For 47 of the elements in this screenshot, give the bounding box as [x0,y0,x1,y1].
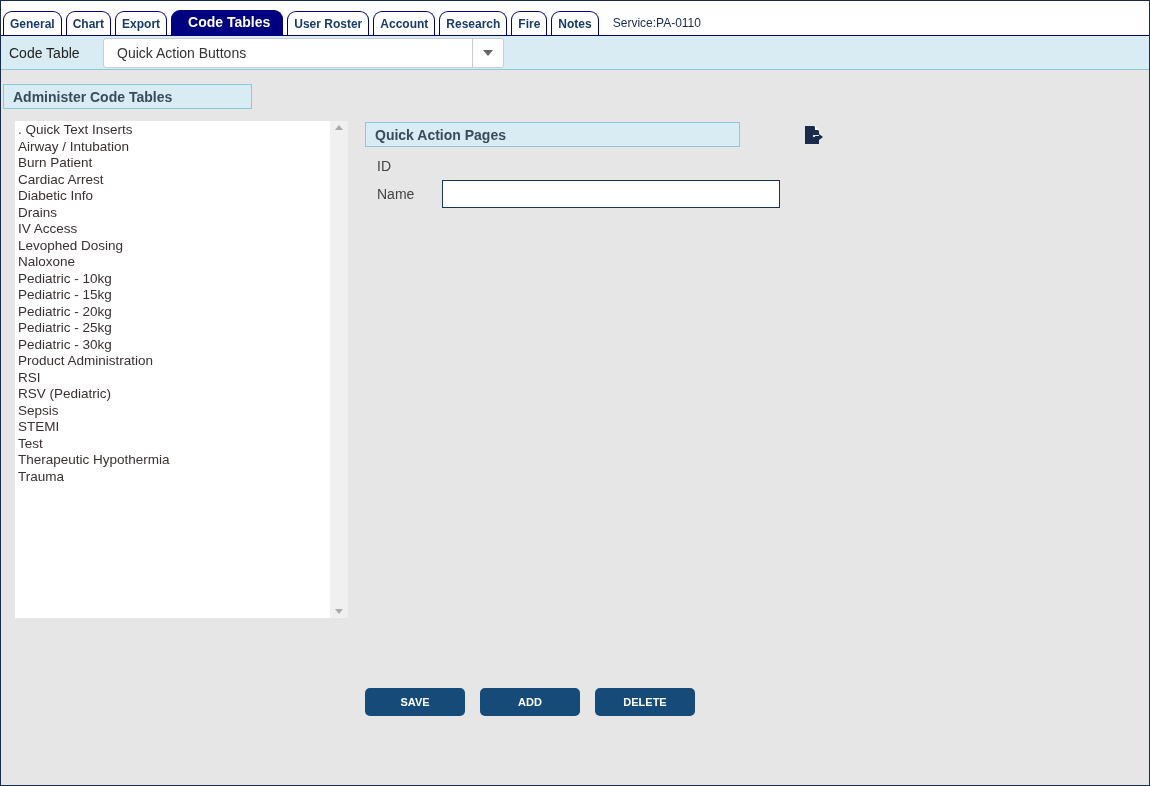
list-item[interactable]: Airway / Intubation [18,138,330,155]
scroll-down-icon[interactable] [335,609,343,614]
action-button[interactable]: ADD [480,688,580,716]
list-item[interactable]: Pediatric - 25kg [18,320,330,337]
action-button[interactable]: DELETE [595,688,695,716]
tab[interactable]: General [3,11,62,35]
list-item[interactable]: Pediatric - 20kg [18,303,330,320]
list-item[interactable]: RSV (Pediatric) [18,386,330,403]
field-label: Code Table [9,44,81,61]
section-header: Administer Code Tables [3,84,252,109]
scrollbar[interactable] [330,121,348,618]
list-item[interactable]: Product Administration [18,353,330,370]
list-item[interactable]: . Quick Text Inserts [18,122,330,139]
list-item[interactable]: Test [18,435,330,452]
field-label: Name [377,186,416,202]
action-button[interactable]: SAVE [365,688,465,716]
list-item[interactable]: RSI [18,369,330,386]
caret-icon [483,49,493,56]
tab[interactable]: Research [439,11,508,35]
list-item[interactable]: STEMI [18,419,330,436]
list-item[interactable]: IV Access [18,221,330,238]
list-item[interactable]: Cardiac Arrest [18,171,330,188]
list-item[interactable]: Drains [18,204,330,221]
list-item[interactable]: Therapeutic Hypothermia [18,452,330,469]
tab[interactable]: Export [115,11,168,35]
list-item[interactable]: Pediatric - 10kg [18,270,330,287]
tab[interactable]: Fire [511,11,548,35]
name-input[interactable] [442,180,780,208]
code-table-dropdown[interactable]: Quick Action Buttons [103,37,504,68]
tab[interactable]: Chart [65,11,112,35]
list-item[interactable]: Pediatric - 30kg [18,336,330,353]
tab[interactable]: User Roster [287,11,370,35]
list-item[interactable]: Levophed Dosing [18,237,330,254]
field-label: ID [377,158,392,174]
tab[interactable]: Notes [551,11,599,35]
list-item[interactable]: Sepsis [18,402,330,419]
tab[interactable]: Code Tables [171,10,284,35]
list-item[interactable]: Pediatric - 15kg [18,287,330,304]
dropdown-value: Quick Action Buttons [116,44,248,61]
list-item[interactable]: Trauma [18,468,330,485]
list-item[interactable]: Diabetic Info [18,188,330,205]
tab[interactable]: Account [373,11,436,35]
service-label: Service:PA-0110 [612,15,701,30]
list-item[interactable]: Naloxone [18,254,330,271]
section-header: Quick Action Pages [365,122,740,147]
scroll-up-icon[interactable] [335,125,343,130]
list-item[interactable]: Burn Patient [18,155,330,172]
